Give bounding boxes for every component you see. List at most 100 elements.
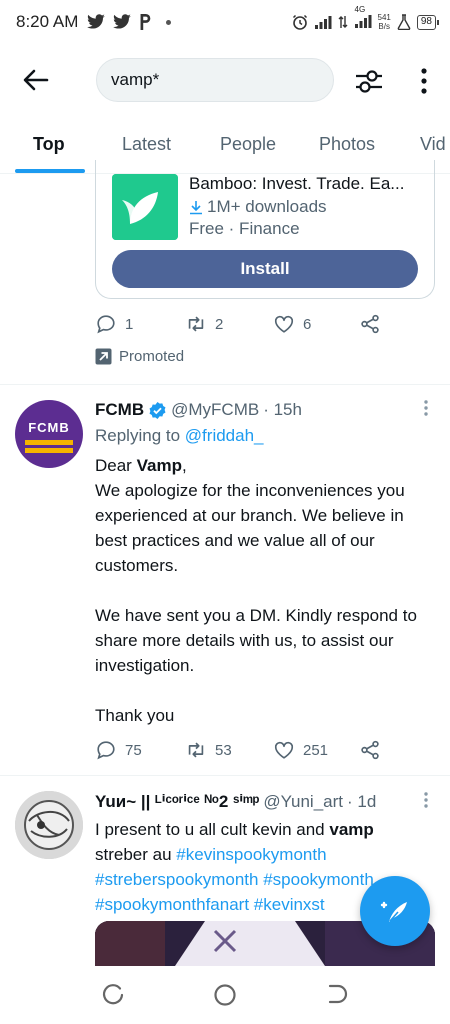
reply-count: 1 <box>125 315 134 333</box>
tweet-text: Dear Vamp, We apologize for the inconven… <box>95 456 417 725</box>
like-button[interactable]: 251 <box>273 736 328 764</box>
tweet-options-button[interactable] <box>418 790 434 812</box>
home-circle-icon <box>214 984 236 1006</box>
retweet-button[interactable]: 53 <box>185 736 232 764</box>
search-input[interactable]: vamp* <box>96 58 334 102</box>
leaf-icon <box>112 174 178 240</box>
promoted-icon <box>95 348 112 365</box>
search-header: vamp* <box>0 52 450 108</box>
more-vertical-icon <box>424 400 428 416</box>
avatar[interactable] <box>15 791 83 859</box>
arrow-left-icon <box>23 69 49 91</box>
tab-photos[interactable]: Photos <box>319 134 375 155</box>
status-bar: 8:20 AM 4G 541 B/s 98 <box>0 0 450 44</box>
user-handle[interactable]: @Yuni_art <box>263 792 343 812</box>
app-name: Bamboo: Invest. Trade. Ea... <box>189 174 405 193</box>
like-count: 251 <box>303 741 329 759</box>
tweet-options-button[interactable] <box>418 398 434 420</box>
flask-icon <box>397 14 411 30</box>
search-filter-button[interactable] <box>352 64 386 98</box>
tab-latest[interactable]: Latest <box>122 134 171 155</box>
heart-icon <box>274 741 294 759</box>
display-name[interactable]: Yuи~ || ᴸⁱᶜᵒʳⁱᶜᵉ ᴺᵒ2 ˢⁱᵐᵖ <box>95 792 259 812</box>
tweet-time: · 15h <box>263 400 302 419</box>
highlighted-search-term: Vamp <box>136 456 182 475</box>
promoted-tweet-actions: 1 2 6 <box>95 310 395 338</box>
recent-apps-button[interactable] <box>100 982 126 1008</box>
hashtag-link[interactable]: #kevinxst <box>254 895 325 914</box>
recent-apps-icon <box>102 984 124 1005</box>
reply-button[interactable]: 75 <box>95 736 142 764</box>
retweet-button[interactable]: 2 <box>185 310 223 338</box>
app-install-card[interactable]: Bamboo: Invest. Trade. Ea... 1M+ downloa… <box>95 160 435 299</box>
display-name[interactable]: FCMB <box>95 400 144 420</box>
tweet-actions: 75 53 251 <box>95 736 395 764</box>
system-indicators: 4G 541 B/s 98 <box>292 5 440 31</box>
alarm-icon <box>292 14 307 30</box>
hashtag-link[interactable]: #spookymonth <box>263 870 374 889</box>
retweet-icon <box>188 316 204 332</box>
back-nav-button[interactable] <box>324 982 350 1008</box>
notification-icons <box>86 14 172 30</box>
sketch-avatar-image <box>15 791 83 859</box>
tweet-header: Yuи~ || ᴸⁱᶜᵒʳⁱᶜᵉ ᴺᵒ2 ˢⁱᵐᵖ @Yuni_art · 1d <box>95 792 405 812</box>
overflow-menu-button[interactable] <box>412 64 436 98</box>
dot-icon <box>166 19 172 25</box>
install-button[interactable]: Install <box>112 250 418 288</box>
hashtag-link[interactable]: #streberspookymonth <box>95 870 258 889</box>
retweet-icon <box>188 742 204 758</box>
home-button[interactable] <box>212 982 238 1008</box>
heart-icon <box>274 315 294 333</box>
signal-icon <box>354 14 372 28</box>
highlighted-search-term: vamp <box>329 820 374 839</box>
share-icon <box>361 314 379 334</box>
tab-top[interactable]: Top <box>33 134 65 155</box>
pinterest-icon <box>140 14 151 30</box>
compose-tweet-button[interactable] <box>360 876 430 946</box>
share-button[interactable] <box>359 310 381 338</box>
app-category: Free · Finance <box>189 219 300 238</box>
tab-people[interactable]: People <box>220 134 276 155</box>
fcmb-logo-stripes <box>25 440 73 445</box>
promoted-label: Promoted <box>95 348 184 365</box>
data-arrows-icon <box>338 16 348 28</box>
twitter-icon <box>113 14 132 29</box>
avatar[interactable]: FCMB <box>15 400 83 468</box>
more-vertical-icon <box>421 68 427 94</box>
like-count: 6 <box>303 315 312 333</box>
tab-videos[interactable]: Vid <box>420 134 446 155</box>
tweet-header: FCMB @MyFCMB · 15h <box>95 400 405 420</box>
more-vertical-icon <box>424 792 428 808</box>
verified-badge-icon <box>149 401 166 419</box>
hashtag-link[interactable]: #kevinspookymonth <box>176 845 326 864</box>
download-icon <box>190 200 202 214</box>
hashtag-link[interactable]: #spookymonthfanart <box>95 895 249 914</box>
retweet-count: 53 <box>215 741 232 759</box>
share-button[interactable] <box>359 736 381 764</box>
replying-to: Replying to @friddah_ <box>95 426 264 445</box>
reply-button[interactable]: 1 <box>95 310 133 338</box>
divider <box>0 384 450 385</box>
replied-user-link[interactable]: @friddah_ <box>185 426 264 445</box>
divider <box>0 775 450 776</box>
reply-icon <box>97 315 115 334</box>
reply-icon <box>97 741 115 760</box>
share-icon <box>361 740 379 760</box>
retweet-count: 2 <box>215 315 224 333</box>
compose-feather-icon <box>380 901 407 922</box>
reply-count: 75 <box>125 741 142 759</box>
sliders-icon <box>356 70 382 93</box>
twitter-icon <box>87 14 106 29</box>
user-handle[interactable]: @MyFCMB <box>171 400 259 420</box>
back-nav-icon <box>328 984 348 1004</box>
status-time: 8:20 AM <box>16 12 79 31</box>
network-type-label: 4G <box>354 4 366 14</box>
tweet-time: · 1d <box>347 792 377 811</box>
signal-icon <box>314 16 332 29</box>
active-tab-indicator <box>15 169 85 173</box>
back-button[interactable] <box>18 62 54 98</box>
like-button[interactable]: 6 <box>273 310 311 338</box>
app-downloads: 1M+ downloads <box>189 197 327 217</box>
battery-indicator: 98 <box>416 14 440 30</box>
net-speed: 541 B/s <box>377 13 391 31</box>
